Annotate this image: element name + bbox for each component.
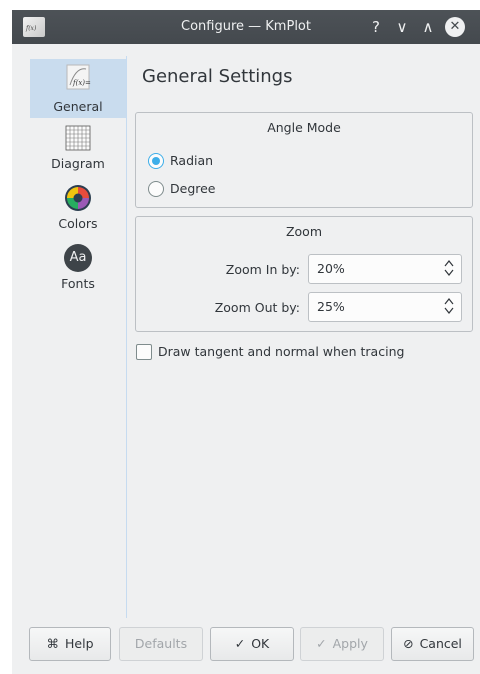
radio-label[interactable]: Radian: [170, 153, 213, 168]
sidebar-item-fonts[interactable]: Aa Fonts: [30, 244, 126, 302]
spin-arrows-icon[interactable]: [443, 295, 455, 317]
sidebar-item-label: Colors: [58, 216, 98, 231]
configure-dialog: Configure — KmPlot ? ∨ ∧ ✕ f(x)= General…: [12, 10, 480, 674]
angle-mode-group: Angle Mode Radian Degree: [135, 112, 473, 208]
close-icon[interactable]: ✕: [445, 17, 465, 37]
radio-indicator[interactable]: [148, 153, 164, 169]
button-label: Apply: [332, 636, 368, 651]
svg-text:f(x)=: f(x)=: [72, 79, 91, 87]
function-plot-icon: f(x)=: [66, 64, 91, 90]
help-question-icon[interactable]: ?: [366, 17, 386, 37]
color-wheel-icon: [65, 185, 91, 211]
button-label: Help: [65, 636, 94, 651]
page-sidebar: f(x)= General Diagram Colors Aa Fonts: [30, 56, 127, 618]
defaults-button[interactable]: Defaults: [119, 627, 203, 661]
checkbox-indicator[interactable]: [136, 344, 152, 360]
sidebar-item-general[interactable]: f(x)= General: [30, 59, 126, 118]
checkbox-label[interactable]: Draw tangent and normal when tracing: [158, 344, 404, 359]
zoom-in-label: Zoom In by:: [225, 262, 300, 277]
maximize-icon[interactable]: ∧: [418, 17, 438, 37]
button-label: OK: [251, 636, 270, 651]
zoom-in-value[interactable]: 20%: [317, 261, 345, 276]
button-label: Cancel: [419, 636, 462, 651]
help-lifebuoy-icon: ⌘: [46, 636, 60, 651]
group-title: Zoom: [285, 224, 323, 239]
zoom-out-spinbox[interactable]: 25%: [308, 292, 462, 322]
page-title: General Settings: [142, 66, 293, 87]
sidebar-item-label: General: [53, 99, 103, 114]
spin-arrows-icon[interactable]: [443, 257, 455, 279]
apply-button[interactable]: ✓ Apply: [300, 627, 384, 661]
radio-indicator[interactable]: [148, 181, 164, 197]
minimize-icon[interactable]: ∨: [392, 17, 412, 37]
cancel-button[interactable]: ⊘ Cancel: [391, 627, 474, 661]
group-title: Angle Mode: [267, 120, 341, 135]
zoom-out-value[interactable]: 25%: [317, 299, 345, 314]
checkmark-icon: ✓: [316, 636, 327, 651]
zoom-group: Zoom Zoom In by: 20% Zoom Out by: 25%: [135, 216, 473, 332]
zoom-in-spinbox[interactable]: 20%: [308, 254, 462, 284]
ok-button[interactable]: ✓ OK: [210, 627, 294, 661]
sidebar-item-label: Diagram: [51, 156, 105, 171]
cancel-circle-icon: ⊘: [403, 636, 414, 651]
fonts-icon: Aa: [64, 244, 92, 272]
help-button[interactable]: ⌘ Help: [29, 627, 111, 661]
sidebar-item-label: Fonts: [61, 276, 95, 291]
radio-label[interactable]: Degree: [170, 181, 216, 196]
grid-icon: [65, 125, 91, 151]
button-label: Defaults: [134, 636, 188, 651]
title-bar: Configure — KmPlot ? ∨ ∧ ✕: [12, 10, 480, 44]
checkmark-icon: ✓: [234, 636, 246, 651]
zoom-out-label: Zoom Out by:: [214, 300, 300, 315]
sidebar-item-diagram[interactable]: Diagram: [30, 124, 126, 182]
sidebar-item-colors[interactable]: Colors: [30, 184, 126, 242]
